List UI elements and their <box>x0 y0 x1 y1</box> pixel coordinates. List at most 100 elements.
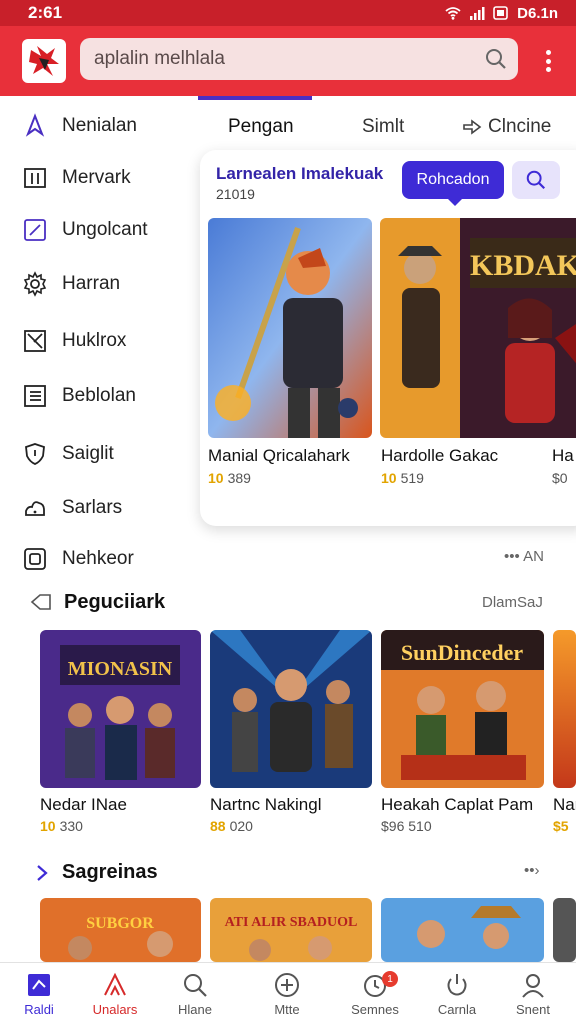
game-title[interactable]: Nar <box>553 795 576 815</box>
game-card-art[interactable] <box>210 630 372 788</box>
game-cover-image <box>553 898 576 962</box>
wifi-icon <box>445 7 461 20</box>
app-logo[interactable] <box>22 39 66 83</box>
game-title[interactable]: Hardolle Gakac <box>381 446 498 466</box>
rating: 88 <box>210 818 226 834</box>
sidebar-item-nehkeor[interactable]: Nehkeor <box>22 542 134 576</box>
battery-icon <box>493 6 508 20</box>
game-meta: $5 <box>553 818 576 834</box>
nav-item-raldi[interactable]: Raldi <box>4 971 74 1017</box>
sidebar-item-label: Mervark <box>62 167 131 188</box>
game-title[interactable]: Heakah Caplat Pam <box>381 795 533 815</box>
nav-label: Mtte <box>274 1002 300 1017</box>
tag-icon <box>30 593 51 610</box>
game-meta: 10 389 <box>208 470 251 486</box>
recommend-button[interactable]: Rohcadon <box>402 161 504 206</box>
search-input[interactable]: aplalin melhlala <box>94 48 225 70</box>
game-card-art[interactable]: SunDinceder <box>381 630 544 788</box>
nav-item-carnla[interactable]: Carnla <box>422 971 492 1017</box>
tab-indicator <box>198 96 312 100</box>
game-meta: $96 510 <box>381 818 432 834</box>
sidebar-item-label: Beblolan <box>62 385 136 406</box>
section-header: Peguciiark <box>30 591 165 614</box>
nav-item-snent[interactable]: Snent <box>498 971 568 1017</box>
sidebar-item-harran[interactable]: Harran <box>22 267 120 301</box>
sidebar-item-label: Nenialan <box>62 115 137 136</box>
bottom-navigation: Raldi Unalars Hlane Mtte 1 Semnes Carnla… <box>0 962 576 1024</box>
sidebar-item-nenialan[interactable]: Nenialan <box>22 109 137 143</box>
signal-icon <box>470 7 485 20</box>
search-icon <box>184 974 207 997</box>
game-card-art[interactable] <box>553 898 576 962</box>
overflow-menu-icon[interactable] <box>540 46 556 76</box>
sidebar-item-sarlars[interactable]: Sarlars <box>22 491 122 525</box>
section-see-all[interactable]: ••› <box>524 862 540 879</box>
game-cover-image: SunDinceder <box>381 630 544 788</box>
sidebar-item-label: Ungolcant <box>62 219 148 240</box>
rating-count: 519 <box>400 470 424 486</box>
gear-icon <box>23 271 47 297</box>
status-icons: D6.1n <box>445 5 558 22</box>
tab-clncine[interactable]: Clncine <box>462 116 551 138</box>
game-art-text: ATI ALIR SBADUOL <box>225 915 358 930</box>
rating-count: 330 <box>59 818 83 834</box>
nav-label: Semnes <box>351 1002 399 1017</box>
sidebar-item-ungolcant[interactable]: Ungolcant <box>22 213 148 247</box>
game-title[interactable]: Nedar INae <box>40 795 127 815</box>
rating: 10 <box>40 818 56 834</box>
game-card-art[interactable]: SUBGOR <box>40 898 201 962</box>
featured-search-button[interactable] <box>512 161 560 199</box>
game-card-art[interactable] <box>553 630 576 788</box>
rating-count: 020 <box>229 818 253 834</box>
game-card-art[interactable]: MIONASIN <box>40 630 201 788</box>
cross-box-icon <box>24 330 46 352</box>
game-meta: $0 <box>552 470 568 486</box>
nav-item-semnes[interactable]: 1 Semnes <box>340 971 410 1017</box>
featured-subtitle: 21019 <box>216 186 255 202</box>
rating: 10 <box>208 470 224 486</box>
featured-card: Larnealen Imalekuak 21019 Rohcadon KBDAK <box>200 150 576 526</box>
tab-simlt[interactable]: Simlt <box>362 116 404 138</box>
compass-icon <box>25 113 45 137</box>
tab-label: Clncine <box>488 116 552 137</box>
columns-icon <box>24 168 46 188</box>
game-cover-image <box>210 630 372 788</box>
sidebar-item-beblolan[interactable]: Beblolan <box>22 379 136 413</box>
sidebar-item-mervark[interactable]: Mervark <box>22 161 131 195</box>
person-icon <box>522 974 544 998</box>
sidebar-item-huklrox[interactable]: Huklrox <box>22 324 126 358</box>
sidebar-item-saiglit[interactable]: Saiglit <box>22 437 114 471</box>
nav-item-unalars[interactable]: Unalars <box>80 971 150 1017</box>
more-link[interactable]: ••• AN <box>504 548 544 565</box>
game-art-1[interactable] <box>208 218 372 438</box>
nav-item-mtte[interactable]: Mtte <box>252 971 322 1017</box>
list-icon <box>24 385 46 407</box>
search-bar[interactable]: aplalin melhlala <box>80 38 518 80</box>
game-card-art[interactable] <box>381 898 544 962</box>
section-title: Peguciiark <box>64 591 166 613</box>
game-cover-image <box>208 218 372 438</box>
section-see-all[interactable]: DlamSaJ <box>482 594 543 611</box>
section-header: Sagreinas <box>34 861 158 884</box>
nav-item-hlane[interactable]: Hlane <box>160 971 230 1017</box>
rating-count: 389 <box>227 470 251 486</box>
game-art-text: SunDinceder <box>401 640 523 665</box>
tab-pengan[interactable]: Pengan <box>228 116 294 138</box>
app-bar: aplalin melhlala <box>0 26 576 96</box>
sidebar-item-label: Huklrox <box>62 330 127 351</box>
game-title[interactable]: Manial Qricalahark <box>208 446 350 466</box>
game-art-2[interactable]: KBDAK <box>380 218 576 438</box>
game-title[interactable]: Ha <box>552 446 574 466</box>
rating: $5 <box>553 818 569 834</box>
search-icon[interactable] <box>484 47 508 71</box>
game-title[interactable]: Nartnc Nakingl <box>210 795 322 815</box>
game-art-text: KBDAK <box>470 249 576 282</box>
rating-count: $96 510 <box>381 818 432 834</box>
rating-count: $0 <box>552 470 568 486</box>
status-bar: 2:61 D6.1n <box>0 0 576 26</box>
game-cover-image: MIONASIN <box>40 630 201 788</box>
featured-title: Larnealen Imalekuak <box>216 164 384 183</box>
share-arrow-icon <box>463 119 482 135</box>
game-art-text: MIONASIN <box>68 658 173 680</box>
game-card-art[interactable]: ATI ALIR SBADUOL <box>210 898 372 962</box>
